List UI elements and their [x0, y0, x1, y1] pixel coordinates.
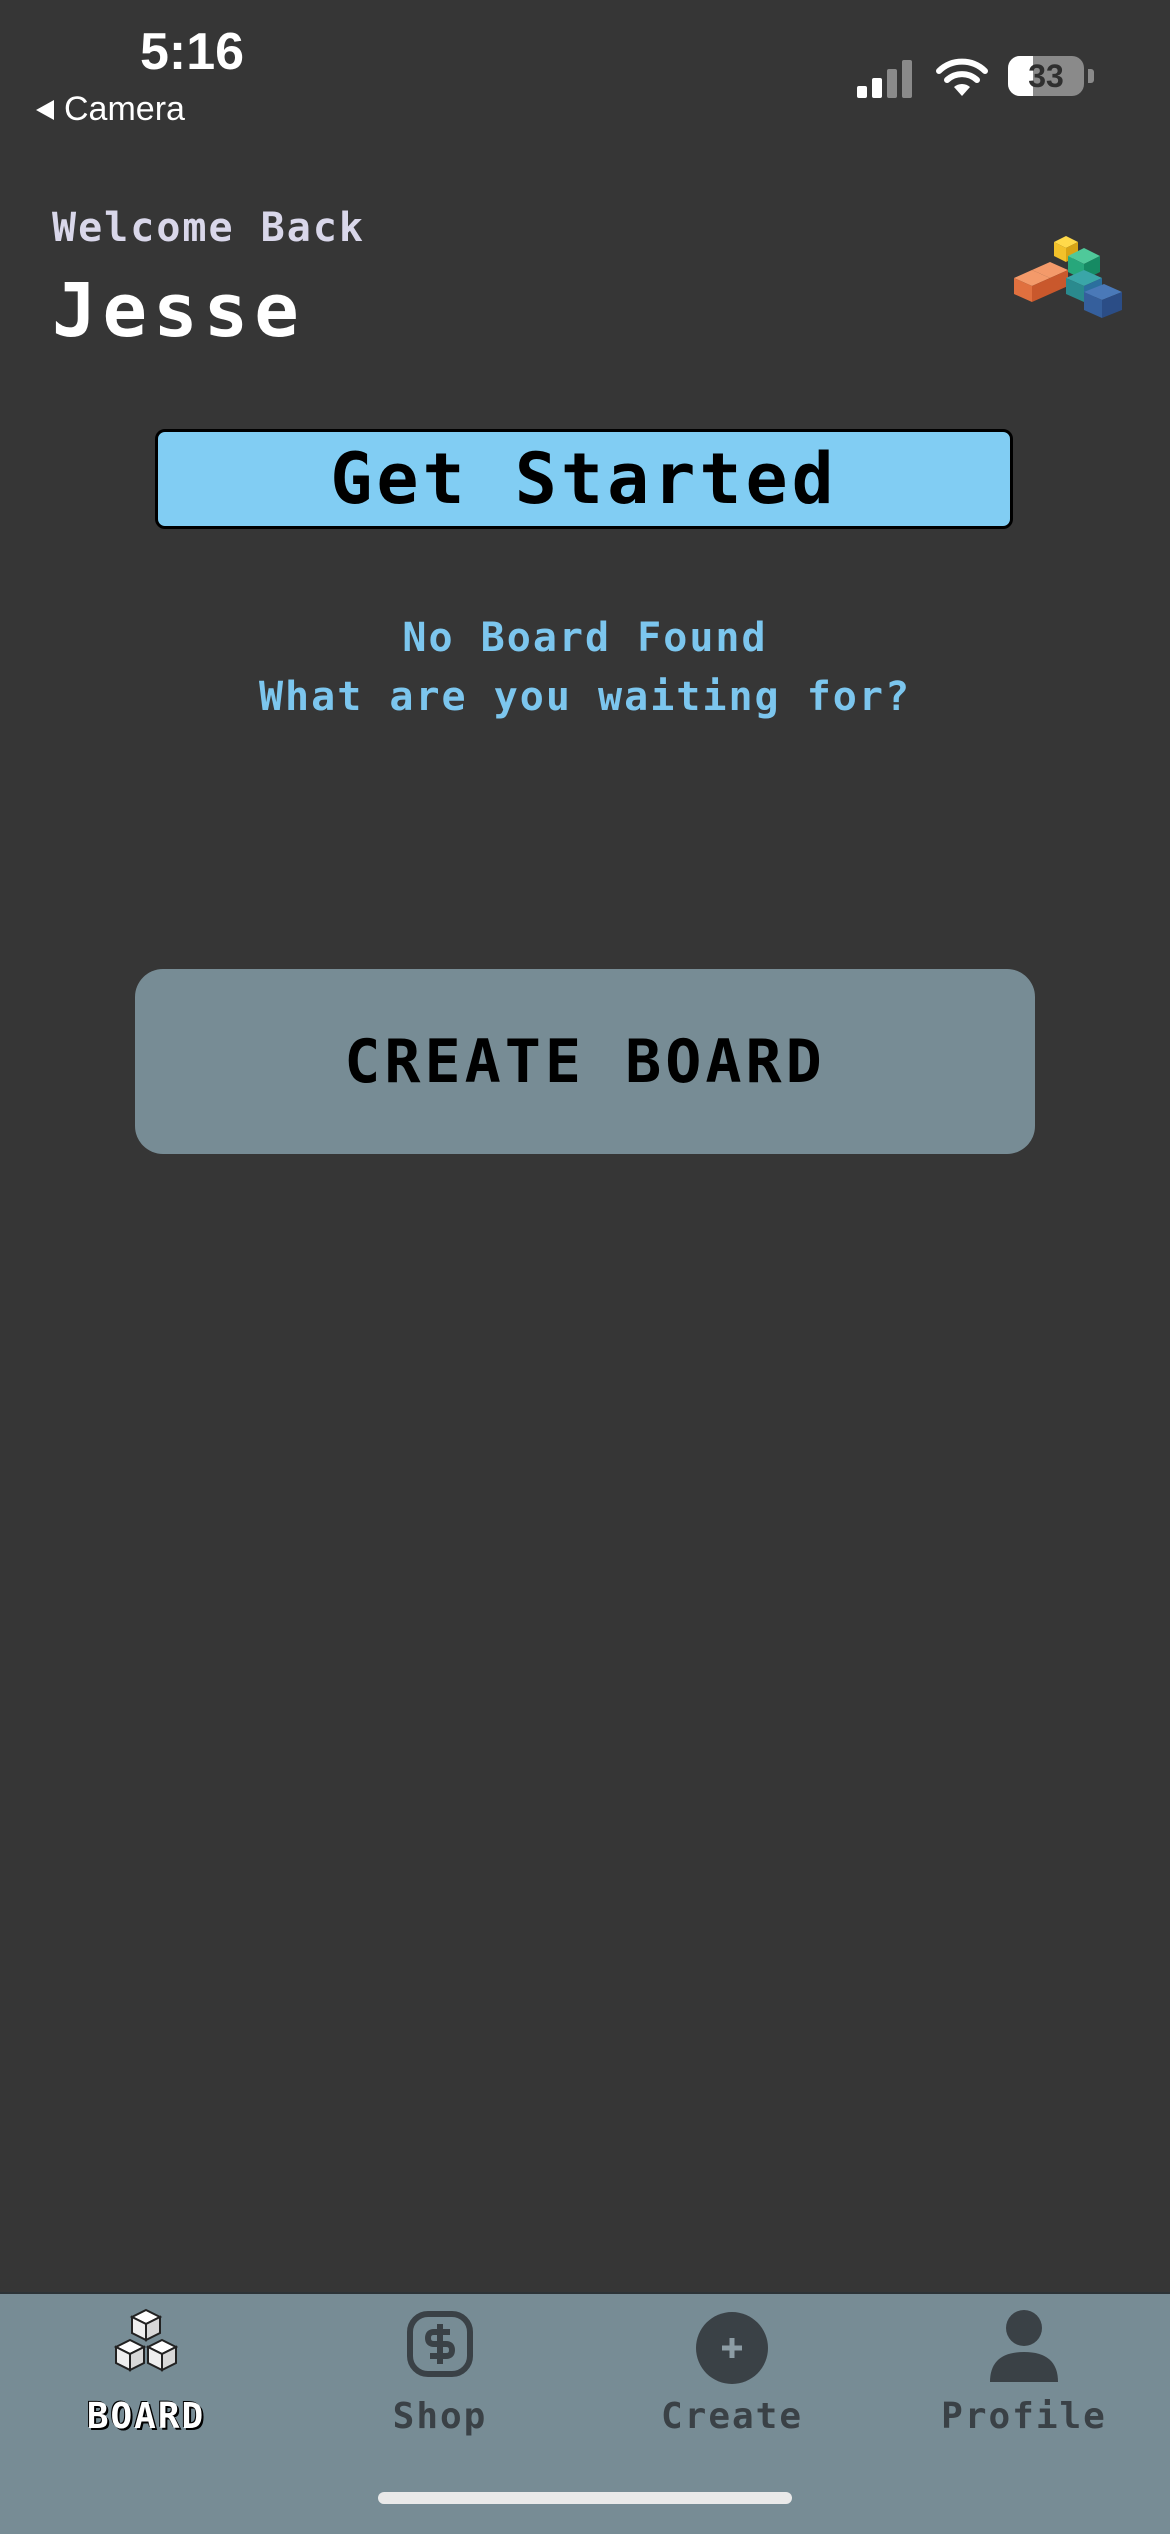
empty-state-subtitle: What are you waiting for?: [258, 674, 912, 720]
wifi-icon: [936, 58, 988, 96]
tab-create[interactable]: Create: [612, 2294, 852, 2464]
tab-board-label: BOARD: [86, 2396, 206, 2437]
tab-create-label: Create: [660, 2396, 804, 2437]
empty-state-title: No Board Found: [402, 615, 768, 661]
welcome-text: Welcome Back: [52, 205, 365, 251]
battery-icon: 33: [1008, 56, 1084, 96]
back-arrow-icon: [36, 99, 54, 120]
back-to-camera-link[interactable]: Camera: [36, 90, 185, 129]
username: Jesse: [52, 268, 305, 354]
home-indicator[interactable]: [378, 2492, 792, 2504]
battery-nub: [1088, 69, 1094, 83]
cubes-icon: [113, 2308, 179, 2372]
cellular-signal-icon: [857, 60, 912, 98]
plus-circle-icon: [696, 2312, 768, 2384]
tab-shop[interactable]: Shop: [320, 2294, 560, 2464]
tab-profile[interactable]: Profile: [904, 2294, 1144, 2464]
tab-board[interactable]: BOARD: [26, 2294, 266, 2464]
cube-stack-logo-icon[interactable]: [1010, 232, 1126, 322]
back-label: Camera: [64, 90, 185, 128]
status-time: 5:16: [140, 23, 245, 81]
dollar-icon: [407, 2311, 473, 2377]
create-board-button[interactable]: CREATE BOARD: [135, 969, 1035, 1154]
person-icon: [990, 2310, 1058, 2382]
tab-shop-label: Shop: [392, 2396, 488, 2437]
tab-profile-label: Profile: [941, 2396, 1107, 2437]
battery-percent: 33: [1028, 58, 1064, 94]
get-started-button[interactable]: Get Started: [155, 429, 1013, 529]
